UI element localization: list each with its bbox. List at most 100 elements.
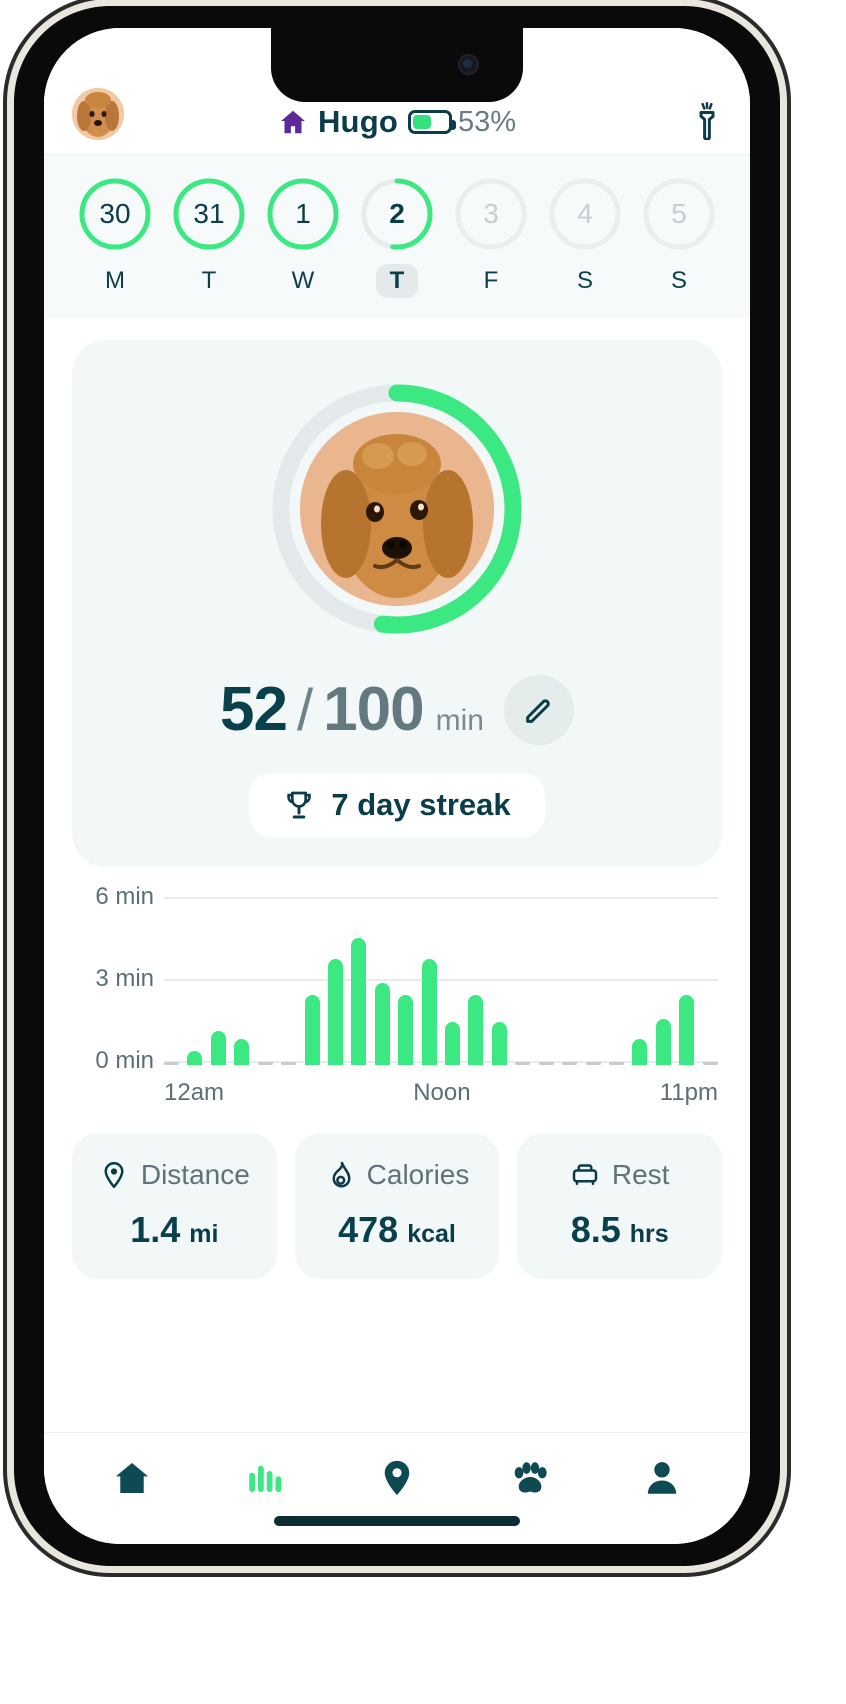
tab-home[interactable] — [94, 1448, 170, 1508]
metric-unit: hrs — [629, 1220, 669, 1248]
battery-fill — [412, 115, 432, 129]
day-number: 4 — [577, 197, 593, 229]
chart-plot-area — [164, 897, 718, 1065]
chart-bar — [327, 959, 343, 1065]
day-number: 1 — [295, 197, 311, 229]
tab-pets[interactable] — [491, 1448, 567, 1508]
day-number: 2 — [389, 197, 405, 229]
phone-screen: Hugo 53% 30 M 31 T 1 W 2 T 3 F 4 S 5 S 5… — [44, 28, 750, 1544]
day-item-0[interactable]: 30 M — [72, 176, 158, 298]
metric-cards: Distance 1.4 mi Calories 478 kcal Rest 8… — [72, 1133, 723, 1279]
metric-value-row: 478 kcal — [338, 1209, 456, 1251]
metric-unit: kcal — [407, 1220, 456, 1248]
streak-badge: 7 day streak — [249, 773, 545, 837]
chart-bar-empty — [562, 1062, 578, 1065]
bar-chart-icon — [248, 1465, 281, 1492]
bottom-navigation — [44, 1432, 750, 1544]
chart-bar — [421, 959, 437, 1065]
chart-x-axis: 12am Noon 11pm — [164, 1079, 722, 1107]
goal-minutes: 100 — [323, 675, 424, 744]
page-title: Hugo — [317, 104, 398, 139]
screenshot-root: Hugo 53% 30 M 31 T 1 W 2 T 3 F 4 S 5 S 5… — [0, 0, 846, 1704]
activity-hero-card: 52 / 100 min 7 day streak — [72, 340, 722, 867]
metric-unit: mi — [189, 1220, 219, 1248]
day-label: M — [105, 266, 125, 294]
chart-y-axis: 6 min 3 min 0 min — [72, 883, 164, 1074]
metric-card-rest[interactable]: Rest 8.5 hrs — [517, 1133, 723, 1279]
x-tick-label: 12am — [164, 1079, 225, 1106]
main-content: 52 / 100 min 7 day streak 6 min 3 min 0 … — [44, 318, 750, 1432]
day-number: 5 — [671, 197, 687, 229]
battery-percent-label: 53% — [457, 105, 517, 138]
current-minutes: 52 — [220, 675, 288, 744]
activity-stats-row: 52 / 100 min — [220, 674, 574, 745]
edit-goal-button[interactable] — [503, 674, 574, 745]
metric-value-row: 8.5 hrs — [571, 1209, 669, 1251]
chart-bar-empty — [164, 1062, 179, 1065]
phone-frame: Hugo 53% 30 M 31 T 1 W 2 T 3 F 4 S 5 S 5… — [14, 6, 780, 1566]
day-item-4[interactable]: 3 F — [448, 176, 534, 298]
metric-card-distance[interactable]: Distance 1.4 mi — [72, 1133, 277, 1279]
flashlight-icon[interactable] — [692, 102, 722, 140]
day-item-5[interactable]: 4 S — [542, 176, 628, 298]
paw-icon — [515, 1461, 548, 1493]
day-number: 30 — [99, 197, 131, 229]
day-item-6[interactable]: 5 S — [636, 176, 722, 298]
chart-bar — [351, 937, 367, 1065]
day-label: F — [483, 266, 499, 294]
chart-bar — [234, 1038, 250, 1065]
day-ring-1: 31 — [171, 176, 247, 252]
home-icon — [116, 1462, 149, 1493]
flame-icon — [332, 1161, 351, 1188]
day-number: 31 — [193, 197, 225, 229]
day-item-1[interactable]: 31 T — [166, 176, 252, 298]
metric-value: 1.4 — [130, 1209, 181, 1250]
metric-header: Calories — [325, 1159, 470, 1191]
x-tick-label: 11pm — [659, 1079, 718, 1106]
person-icon — [647, 1461, 676, 1494]
volume-up-button[interactable] — [6, 418, 13, 504]
day-ring-2: 1 — [265, 176, 341, 252]
volume-down-button[interactable] — [6, 528, 13, 614]
battery-tip — [450, 120, 456, 130]
y-tick-label: 6 min — [95, 883, 154, 910]
chart-bar — [655, 1019, 671, 1065]
day-label: W — [291, 266, 315, 294]
home-indicator[interactable] — [274, 1516, 520, 1526]
chart-bar-empty — [538, 1062, 554, 1065]
front-camera-icon — [458, 54, 479, 75]
day-ring-6: 5 — [641, 176, 717, 252]
battery-icon — [407, 110, 456, 134]
tab-activity[interactable] — [227, 1448, 303, 1508]
tab-map[interactable] — [359, 1448, 435, 1508]
chart-bar — [374, 983, 390, 1065]
metric-card-calories[interactable]: Calories 478 kcal — [294, 1133, 500, 1279]
chart-bar-empty — [609, 1062, 625, 1065]
minutes-readout: 52 / 100 min — [220, 674, 484, 745]
chart-bar-empty — [281, 1062, 297, 1065]
notch — [271, 28, 523, 102]
y-tick-label: 3 min — [95, 965, 154, 992]
day-item-3-today[interactable]: 2 T — [354, 176, 440, 298]
mute-switch[interactable] — [6, 330, 13, 376]
metric-header: Rest — [570, 1159, 669, 1191]
tab-profile[interactable] — [624, 1448, 700, 1508]
day-number: 3 — [483, 197, 499, 229]
avatar[interactable] — [72, 88, 124, 140]
day-label: S — [670, 266, 687, 294]
chart-bar — [632, 1038, 648, 1065]
chart-bar — [304, 995, 320, 1065]
header-center: Hugo 53% — [44, 104, 750, 140]
chart-bar-empty — [515, 1062, 531, 1065]
day-item-2[interactable]: 1 W — [260, 176, 346, 298]
x-tick-label: Noon — [413, 1079, 471, 1106]
power-button[interactable] — [781, 470, 788, 594]
dog-photo-image — [300, 412, 494, 606]
chart-bar — [491, 1021, 507, 1065]
minutes-unit: min — [435, 704, 484, 737]
day-ring-4: 3 — [453, 176, 529, 252]
chart-bar — [210, 1031, 226, 1065]
metric-label: Calories — [366, 1159, 470, 1190]
day-label: T — [201, 266, 217, 294]
app-container: Hugo 53% 30 M 31 T 1 W 2 T 3 F 4 S 5 S 5… — [44, 28, 750, 1544]
